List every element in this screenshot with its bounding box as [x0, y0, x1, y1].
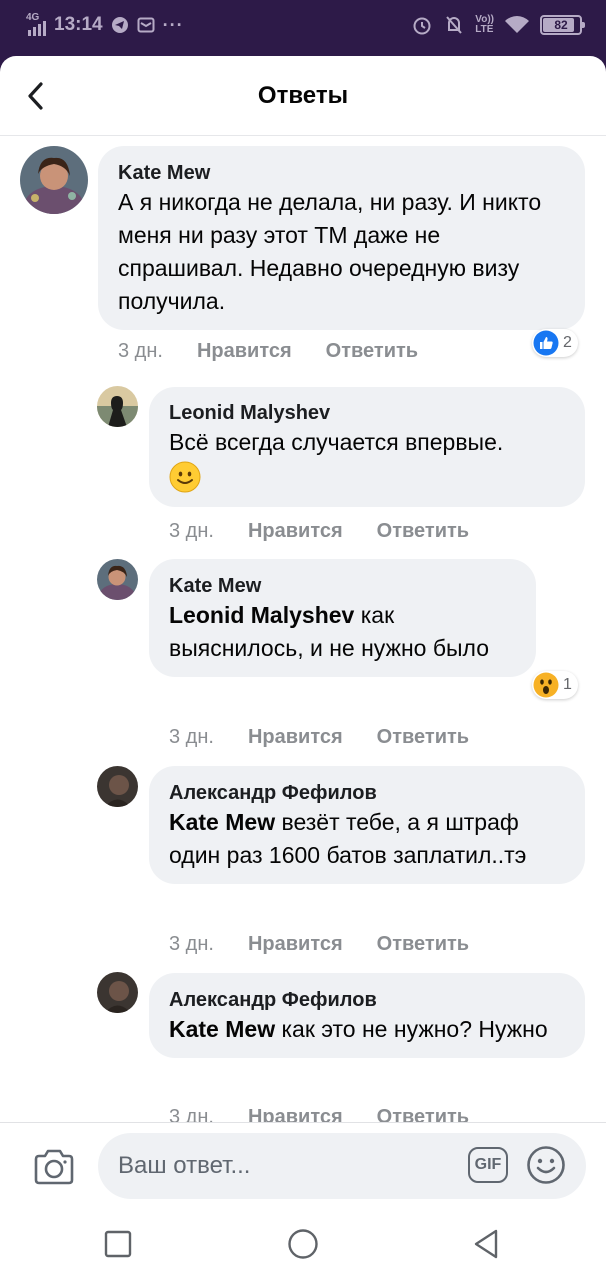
camera-icon[interactable] [32, 1147, 76, 1187]
status-right: Vo)) LTE 82 [411, 14, 585, 36]
comment-time[interactable]: 3 дн. [169, 520, 214, 543]
back-triangle-icon[interactable] [466, 1224, 506, 1264]
like-button[interactable]: Нравится [248, 520, 343, 543]
comment-bubble[interactable]: Kate Mew А я никогда не делала, ни разу.… [98, 146, 585, 330]
telegram-icon [111, 17, 128, 33]
reply-button[interactable]: Ответить [377, 726, 469, 749]
clock: 13:14 [54, 14, 103, 35]
reaction-badge[interactable]: 1 [532, 671, 578, 699]
comment-actions: 3 дн. Нравится Ответить [118, 340, 418, 363]
status-bar: 4G 13:14 ··· Vo)) LTE 82 [0, 0, 606, 56]
wow-icon [533, 672, 559, 698]
comment-time[interactable]: 3 дн. [118, 340, 163, 363]
more-notifications: ··· [162, 14, 184, 35]
avatar-image [97, 766, 138, 807]
avatar[interactable] [97, 559, 138, 600]
comment-text: Kate Mew как это не нужно? Нужно [169, 1013, 565, 1046]
comment-actions: 3 дн. Нравится Ответить [169, 1106, 469, 1122]
system-nav-bar [0, 1210, 606, 1280]
reply-button[interactable]: Ответить [377, 1106, 469, 1122]
comment: Александр Фефилов Kate Mew как это не ну… [0, 963, 606, 1122]
alarm-icon [413, 17, 431, 35]
avatar-image [97, 559, 138, 600]
like-button[interactable]: Нравится [197, 340, 292, 363]
reaction-count: 2 [563, 334, 572, 351]
battery-level: 82 [554, 18, 568, 32]
comment-text: Всё всегда случается впервые. [169, 426, 565, 459]
replies-sheet: Ответы Kate Mew А я никогда не делала, н… [0, 56, 606, 1280]
mention-link[interactable]: Kate Mew [169, 1016, 275, 1042]
comment: Leonid Malyshev Всё всегда случается впе… [0, 377, 606, 547]
status-left: 4G 13:14 ··· [26, 13, 184, 36]
emoji-icon[interactable] [526, 1145, 566, 1185]
comment-author[interactable]: Kate Mew [169, 573, 516, 599]
comment-actions: 3 дн. Нравится Ответить [169, 726, 469, 749]
avatar[interactable] [20, 146, 88, 214]
avatar[interactable] [97, 386, 138, 427]
smile-emoji-icon [169, 461, 565, 495]
wifi-icon [505, 16, 529, 33]
comment-body: Всё всегда случается впервые. [169, 429, 504, 455]
avatar[interactable] [97, 766, 138, 807]
like-button[interactable]: Нравится [248, 726, 343, 749]
avatar-image [97, 972, 138, 1013]
signal-icon: 4G [26, 13, 46, 36]
comment: Kate Mew А я никогда не делала, ни разу.… [0, 137, 606, 367]
comment-author[interactable]: Александр Фефилов [169, 987, 565, 1013]
mute-icon [446, 16, 463, 34]
volte-icon: Vo)) LTE [475, 14, 494, 35]
comment-text: Leonid Malyshev как выяснилось, и не нуж… [169, 599, 516, 665]
reply-button[interactable]: Ответить [377, 933, 469, 956]
comment-time[interactable]: 3 дн. [169, 933, 214, 956]
comment-bubble[interactable]: Leonid Malyshev Всё всегда случается впе… [149, 387, 585, 507]
comment: Александр Фефилов Kate Mew везёт тебе, а… [0, 757, 606, 957]
comment-author[interactable]: Kate Mew [118, 160, 565, 186]
reply-button[interactable]: Ответить [377, 520, 469, 543]
mention-link[interactable]: Kate Mew [169, 809, 275, 835]
home-circle-icon[interactable] [283, 1224, 323, 1264]
comment-text: А я никогда не делала, ни разу. И никто … [118, 186, 565, 318]
like-icon [533, 330, 559, 356]
like-button[interactable]: Нравится [248, 933, 343, 956]
comment-author[interactable]: Leonid Malyshev [169, 400, 565, 426]
comment-body: А я никогда не делала, ни разу. И никто … [118, 189, 542, 314]
comment: Kate Mew Leonid Malyshev как выяснилось,… [0, 549, 606, 749]
gif-button[interactable]: GIF [468, 1147, 508, 1183]
reply-input[interactable] [118, 1149, 438, 1183]
comment-text: Kate Mew везёт тебе, а я штраф один раз … [169, 806, 565, 872]
like-button[interactable]: Нравится [248, 1106, 343, 1122]
comment-bubble[interactable]: Kate Mew Leonid Malyshev как выяснилось,… [149, 559, 536, 677]
reaction-count: 1 [563, 676, 572, 693]
comment-time[interactable]: 3 дн. [169, 1106, 214, 1122]
avatar[interactable] [97, 972, 138, 1013]
mention-link[interactable]: Leonid Malyshev [169, 602, 354, 628]
comment-bubble[interactable]: Александр Фефилов Kate Mew везёт тебе, а… [149, 766, 585, 884]
comment-actions: 3 дн. Нравится Ответить [169, 933, 469, 956]
comment-time[interactable]: 3 дн. [169, 726, 214, 749]
comment-thread[interactable]: Kate Mew А я никогда не делала, ни разу.… [0, 137, 606, 1122]
battery-icon: 82 [540, 15, 585, 35]
reply-composer: GIF [0, 1122, 606, 1210]
comment-actions: 3 дн. Нравится Ответить [169, 520, 469, 543]
avatar-image [97, 386, 138, 427]
header: Ответы [0, 56, 606, 136]
comment-bubble[interactable]: Александр Фефилов Kate Mew как это не ну… [149, 973, 585, 1058]
page-title: Ответы [257, 82, 349, 109]
reaction-badge[interactable]: 2 [532, 329, 578, 357]
reply-field[interactable]: GIF [98, 1133, 586, 1199]
mail-icon [137, 17, 155, 33]
comment-author[interactable]: Александр Фефилов [169, 780, 565, 806]
reply-button[interactable]: Ответить [326, 340, 418, 363]
comment-body: как это не нужно? Нужно [275, 1016, 548, 1042]
avatar-image [20, 146, 88, 214]
recents-square-icon[interactable] [98, 1224, 138, 1264]
